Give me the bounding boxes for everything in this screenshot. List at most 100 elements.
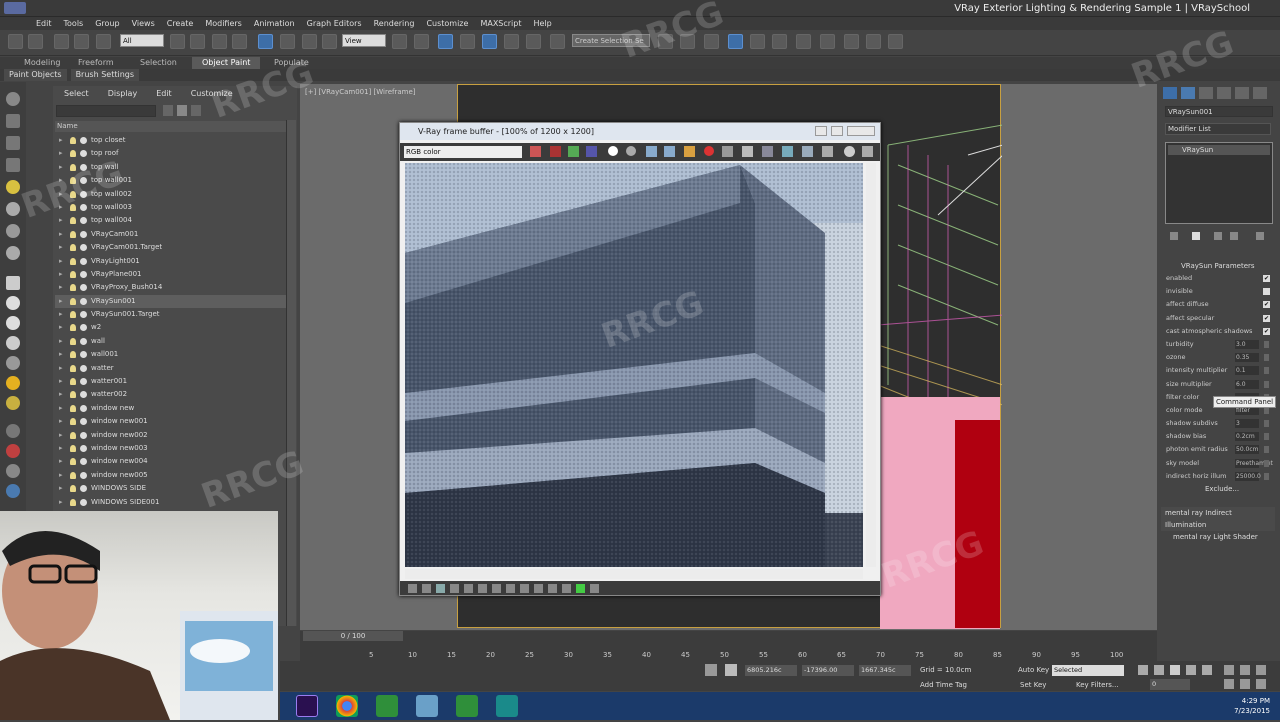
camtasia-icon[interactable] <box>376 695 398 717</box>
param-value-field[interactable]: 25000.0 <box>1235 471 1261 481</box>
list-item[interactable]: ▸ top closet <box>55 134 287 147</box>
menu-edit-scene[interactable]: Edit <box>145 86 180 102</box>
light-bulb-icon[interactable] <box>70 391 76 399</box>
expand-arrow-icon[interactable]: ▸ <box>59 362 63 375</box>
expand-arrow-icon[interactable]: ▸ <box>59 442 63 455</box>
helper-filter-icon[interactable] <box>6 224 20 238</box>
expand-arrow-icon[interactable]: ▸ <box>59 321 63 334</box>
angle-snap-icon[interactable] <box>482 34 497 49</box>
render-setup-icon[interactable] <box>820 34 835 49</box>
visibility-icon[interactable] <box>80 337 87 345</box>
scale-icon[interactable] <box>302 34 317 49</box>
edit-named-sets-icon[interactable] <box>550 34 565 49</box>
configure-sets-icon[interactable] <box>1256 232 1264 240</box>
sort-icon[interactable] <box>177 105 187 116</box>
create-tab-icon[interactable] <box>1163 87 1177 99</box>
spinner-icon[interactable] <box>1264 420 1269 428</box>
light-bulb-icon[interactable] <box>70 150 76 158</box>
light-bulb-icon[interactable] <box>70 324 76 332</box>
list-item[interactable]: ▸ VRayProxy_Bush014 <box>55 281 287 294</box>
list-item[interactable]: ▸ VRayCam001 <box>55 228 287 241</box>
light-bulb-icon[interactable] <box>70 217 76 225</box>
visibility-icon[interactable] <box>80 431 87 439</box>
premiere-icon[interactable] <box>296 695 318 717</box>
spinner-icon[interactable] <box>1264 459 1269 467</box>
goto-start-icon[interactable] <box>1138 665 1148 675</box>
y-coordinate-field[interactable]: -17396.00 <box>802 665 854 676</box>
expand-arrow-icon[interactable]: ▸ <box>59 402 63 415</box>
window-crossing-icon[interactable] <box>232 34 247 49</box>
autokey-button[interactable]: Auto Key <box>1018 666 1049 674</box>
rollout-title[interactable]: VRaySun Parameters <box>1161 260 1275 272</box>
visibility-icon[interactable] <box>80 137 87 144</box>
menu-help[interactable]: Help <box>528 17 558 30</box>
visibility-icon[interactable] <box>80 217 87 225</box>
geometry-filter-icon[interactable] <box>6 356 20 370</box>
expand-arrow-icon[interactable]: ▸ <box>59 295 63 308</box>
object-name-field[interactable]: VRaySun001 <box>1165 106 1273 117</box>
param-value-field[interactable]: 0.2cm <box>1235 432 1259 442</box>
visibility-icon[interactable] <box>80 230 87 238</box>
scene-search-input[interactable] <box>56 105 156 117</box>
param-value-field[interactable]: 6.0 <box>1235 379 1259 389</box>
maximize-icon[interactable] <box>831 126 843 136</box>
visibility-icon[interactable] <box>80 418 87 426</box>
display-tab-icon[interactable] <box>1235 87 1249 99</box>
param-value-field[interactable]: 50.0cm <box>1235 445 1259 455</box>
keyboard-shortcut-icon[interactable] <box>438 34 453 49</box>
param-value-field[interactable]: 0.35 <box>1235 353 1259 363</box>
minimize-icon[interactable] <box>815 126 827 136</box>
light-bulb-icon[interactable] <box>70 471 76 479</box>
list-item[interactable]: ▸ top wall004 <box>55 214 287 227</box>
param-checkbox[interactable] <box>1263 288 1270 296</box>
vfb-title-bar[interactable]: V-Ray frame buffer - [100% of 1200 x 120… <box>400 123 880 140</box>
invert-display-icon[interactable] <box>6 444 20 458</box>
track-mouse-icon[interactable] <box>742 146 753 157</box>
tab-modeling[interactable]: Modeling <box>24 57 60 69</box>
chrome-icon[interactable] <box>336 695 358 717</box>
maximize-viewport-icon[interactable] <box>1256 679 1266 689</box>
menu-modifiers[interactable]: Modifiers <box>199 17 248 30</box>
visibility-icon[interactable] <box>80 364 87 372</box>
expand-arrow-icon[interactable]: ▸ <box>59 147 63 160</box>
redo-icon[interactable] <box>28 34 43 49</box>
link-icon[interactable] <box>54 34 69 49</box>
light-bulb-icon[interactable] <box>70 311 76 319</box>
spinner-snap-icon[interactable] <box>526 34 541 49</box>
light-bulb-icon[interactable] <box>70 284 76 292</box>
list-item[interactable]: ▸ w2 <box>55 321 287 334</box>
rect-selection-icon[interactable] <box>212 34 227 49</box>
expand-arrow-icon[interactable]: ▸ <box>59 388 63 401</box>
orbit-icon[interactable] <box>1240 665 1250 675</box>
set-key-button[interactable]: Set Key <box>1020 681 1046 689</box>
tab-object-paint[interactable]: Object Paint <box>192 57 261 69</box>
goto-end-icon[interactable] <box>1202 665 1212 675</box>
hierarchy-tab-icon[interactable] <box>1199 87 1213 99</box>
light-bulb-icon[interactable] <box>70 351 76 359</box>
mono-icon[interactable] <box>626 146 636 156</box>
save-image-icon[interactable] <box>530 146 541 157</box>
color-correction-icon[interactable] <box>782 146 793 157</box>
light-bulb-icon[interactable] <box>70 337 76 345</box>
spinner-icon[interactable] <box>1264 472 1269 480</box>
expand-arrow-icon[interactable]: ▸ <box>59 241 63 254</box>
key-filters-button[interactable]: Key Filters... <box>1076 681 1119 689</box>
param-checkbox[interactable]: ✔ <box>1263 327 1270 335</box>
light-bulb-icon[interactable] <box>70 444 76 452</box>
list-item[interactable]: ▸ VRayLight001 <box>55 255 287 268</box>
light-bulb-icon[interactable] <box>70 137 76 144</box>
menu-graph-editors[interactable]: Graph Editors <box>301 17 368 30</box>
render-history-icon[interactable] <box>862 146 873 157</box>
column-header-name[interactable]: Name <box>55 121 287 132</box>
expand-arrow-icon[interactable]: ▸ <box>59 496 63 509</box>
param-value-field[interactable]: 0.1 <box>1235 366 1259 376</box>
curve-editor-icon[interactable] <box>750 34 765 49</box>
timeline[interactable]: 0 / 100 5 10 15 20 25 30 35 40 45 50 55 60 65 70 75 80 8… <box>300 631 1157 661</box>
selection-filter-dropdown[interactable]: All <box>120 34 164 47</box>
reference-coord-dropdown[interactable]: View <box>342 34 386 47</box>
display-none-icon[interactable] <box>6 424 20 438</box>
scene-explorer-scrollbar[interactable] <box>286 120 296 626</box>
rendered-frame-window-icon[interactable] <box>844 34 859 49</box>
bone-filter-icon[interactable] <box>6 316 20 330</box>
place-icon[interactable] <box>322 34 337 49</box>
